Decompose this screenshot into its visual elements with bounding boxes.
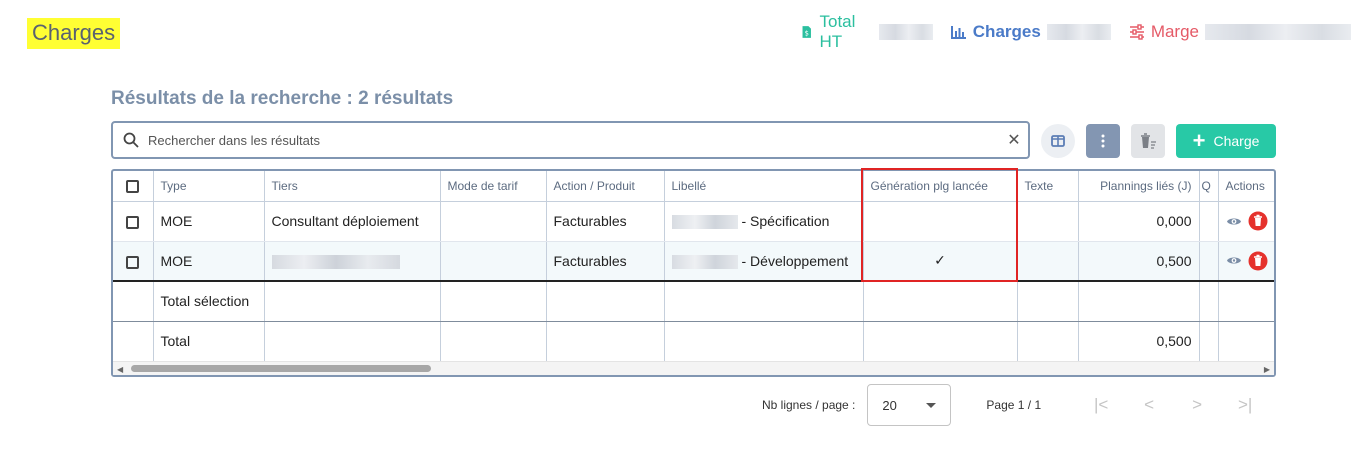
column-header-plannings[interactable]: Plannings liés (J) bbox=[1078, 171, 1200, 202]
cell-texte bbox=[1017, 201, 1079, 242]
kpi-bar: $ Total HT Charges Marge bbox=[800, 12, 1369, 51]
kpi-total-ht-value-redacted bbox=[878, 24, 933, 40]
checkbox[interactable] bbox=[126, 179, 140, 193]
column-header-libelle[interactable]: Libellé bbox=[664, 171, 864, 202]
kpi-charges: Charges bbox=[950, 22, 1111, 42]
cell-actions bbox=[1218, 241, 1274, 282]
cell-libelle: - Spécification bbox=[664, 201, 864, 242]
delete-selection-button[interactable] bbox=[1131, 124, 1165, 158]
cell-actions bbox=[1218, 201, 1274, 242]
kpi-charges-label: Charges bbox=[972, 22, 1041, 41]
delete-trash-icon[interactable] bbox=[1248, 251, 1268, 271]
pagination: Nb lignes / page : 20 Page 1 / 1 |< < > … bbox=[762, 384, 1281, 426]
previous-page-icon[interactable]: < bbox=[1137, 395, 1161, 415]
cell-generation: ✓ bbox=[863, 241, 1018, 282]
cell-action-produit: Facturables bbox=[546, 201, 665, 242]
chevron-down-icon bbox=[926, 402, 937, 408]
more-options-button[interactable] bbox=[1086, 124, 1120, 158]
page-title: Charges bbox=[27, 18, 121, 49]
total-selection-row: Total sélection bbox=[113, 281, 1274, 322]
results-title: Résultats de la recherche : 2 résultats bbox=[111, 88, 454, 109]
svg-text:$: $ bbox=[805, 29, 809, 37]
trash-filter-icon bbox=[1141, 133, 1156, 149]
cell-texte bbox=[1017, 241, 1079, 282]
sliders-icon bbox=[1129, 24, 1144, 40]
cell-libelle: - Développement bbox=[664, 241, 864, 282]
table-header-row: Type Tiers Mode de tarif Action / Produi… bbox=[113, 171, 1274, 202]
select-all-checkbox[interactable] bbox=[113, 171, 154, 202]
column-header-type[interactable]: Type bbox=[153, 171, 265, 202]
search-input[interactable] bbox=[146, 131, 1000, 149]
rows-per-page-value: 20 bbox=[882, 397, 897, 413]
kpi-marge-value-redacted bbox=[1205, 24, 1351, 40]
columns-toggle-button[interactable] bbox=[1041, 124, 1075, 158]
column-header-action-produit[interactable]: Action / Produit bbox=[546, 171, 665, 202]
kpi-total-ht-label: Total HT bbox=[819, 12, 856, 51]
rows-per-page-label: Nb lignes / page : bbox=[762, 398, 856, 412]
cell-q bbox=[1199, 241, 1219, 282]
bar-chart-icon bbox=[950, 26, 966, 39]
libelle-text: - Spécification bbox=[741, 212, 830, 229]
libelle-prefix-redacted bbox=[671, 215, 738, 230]
table-row[interactable]: MOE Facturables - Développement ✓ 0,500 bbox=[113, 241, 1274, 282]
vertical-dots-icon bbox=[1101, 134, 1105, 148]
total-row: Total 0,500 bbox=[113, 321, 1274, 361]
page-info: Page 1 / 1 bbox=[986, 398, 1042, 412]
column-header-actions: Actions bbox=[1218, 171, 1274, 202]
kpi-marge: Marge bbox=[1129, 22, 1351, 42]
cell-type: MOE bbox=[153, 241, 265, 282]
total-label: Total bbox=[153, 321, 265, 361]
add-charge-button[interactable]: + Charge bbox=[1176, 124, 1276, 158]
checkbox[interactable] bbox=[126, 215, 140, 229]
total-selection-plannings bbox=[1078, 281, 1200, 322]
last-page-icon[interactable]: >| bbox=[1233, 395, 1257, 415]
table-row[interactable]: MOE Consultant déploiement Facturables -… bbox=[113, 201, 1274, 242]
cell-mode-tarif bbox=[440, 201, 547, 242]
horizontal-scrollbar[interactable]: ◀ ▶ bbox=[113, 361, 1274, 375]
total-plannings: 0,500 bbox=[1078, 321, 1200, 361]
total-selection-label: Total sélection bbox=[153, 281, 265, 322]
scroll-right-arrow-icon[interactable]: ▶ bbox=[1264, 365, 1270, 374]
dollar-file-icon: $ bbox=[802, 26, 811, 38]
kpi-charges-value-redacted bbox=[1046, 24, 1111, 40]
rows-per-page-select[interactable]: 20 bbox=[867, 384, 952, 426]
kpi-total-ht: $ Total HT bbox=[800, 12, 933, 52]
libelle-prefix-redacted bbox=[671, 254, 738, 269]
cell-plannings: 0,500 bbox=[1078, 241, 1200, 282]
tiers-redacted bbox=[271, 254, 400, 269]
scroll-left-arrow-icon[interactable]: ◀ bbox=[117, 365, 123, 374]
search-bar: ✕ bbox=[111, 121, 1030, 159]
cell-action-produit: Facturables bbox=[546, 241, 665, 282]
search-icon bbox=[123, 132, 139, 148]
cell-tiers: Consultant déploiement bbox=[264, 201, 441, 242]
cell-type: MOE bbox=[153, 201, 265, 242]
column-header-generation[interactable]: Génération plg lancée bbox=[863, 171, 1018, 202]
cell-generation bbox=[863, 201, 1018, 242]
delete-trash-icon[interactable] bbox=[1248, 211, 1268, 231]
first-page-icon[interactable]: |< bbox=[1089, 395, 1113, 415]
column-header-tiers[interactable]: Tiers bbox=[264, 171, 441, 202]
charges-grid: Type Tiers Mode de tarif Action / Produi… bbox=[111, 169, 1276, 377]
view-eye-icon[interactable] bbox=[1226, 216, 1242, 227]
row-select-checkbox[interactable] bbox=[113, 201, 154, 242]
cell-q bbox=[1199, 201, 1219, 242]
column-header-q[interactable]: Q bbox=[1199, 171, 1219, 202]
clear-search-button[interactable]: ✕ bbox=[1000, 130, 1028, 150]
next-page-icon[interactable]: > bbox=[1185, 395, 1209, 415]
libelle-text: - Développement bbox=[741, 252, 849, 269]
checkbox[interactable] bbox=[126, 255, 140, 269]
cell-mode-tarif bbox=[440, 241, 547, 282]
view-eye-icon[interactable] bbox=[1226, 255, 1242, 266]
columns-icon bbox=[1051, 135, 1065, 147]
row-select-checkbox[interactable] bbox=[113, 241, 154, 282]
cell-tiers bbox=[264, 241, 441, 282]
kpi-marge-label: Marge bbox=[1150, 22, 1199, 41]
column-header-texte[interactable]: Texte bbox=[1017, 171, 1079, 202]
add-charge-label: Charge bbox=[1213, 133, 1260, 149]
check-icon: ✓ bbox=[934, 252, 946, 269]
scroll-thumb[interactable] bbox=[131, 365, 431, 372]
plus-icon: + bbox=[1192, 128, 1206, 153]
column-header-mode-tarif[interactable]: Mode de tarif bbox=[440, 171, 547, 202]
cell-plannings: 0,000 bbox=[1078, 201, 1200, 242]
